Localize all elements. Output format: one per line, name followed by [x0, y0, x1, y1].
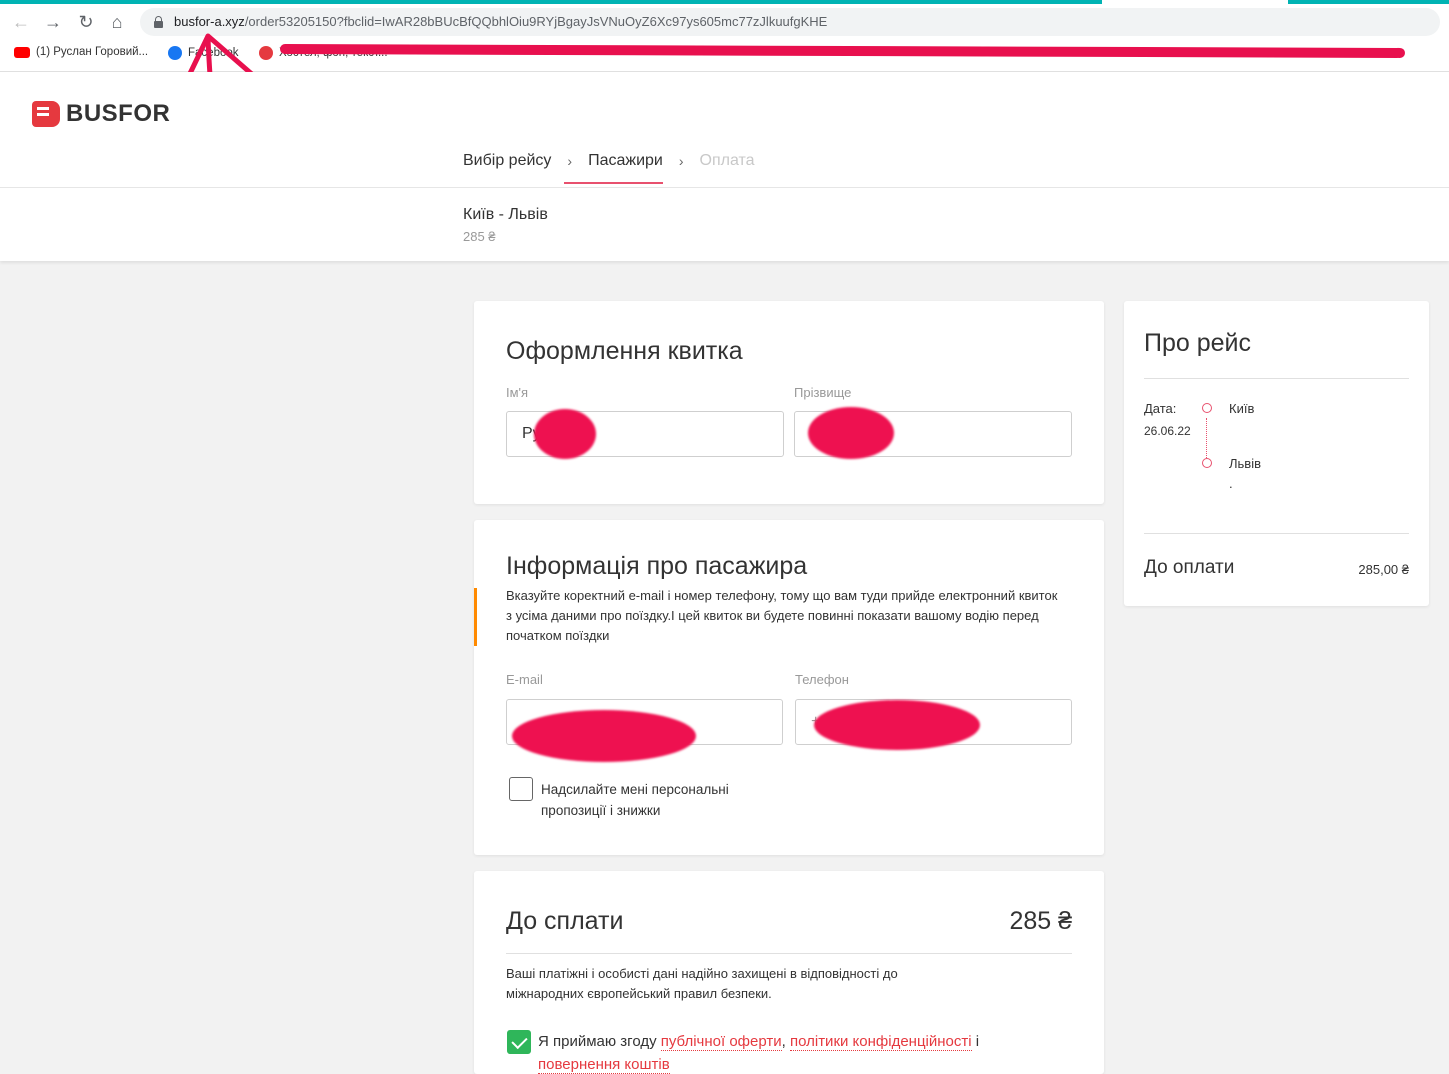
public-offer-link[interactable]: публічної оферти: [660, 1033, 782, 1051]
privacy-policy-link[interactable]: політики конфіденційності: [789, 1033, 972, 1051]
promo-checkbox-label: Надсилайте мені персональні пропозиції і…: [541, 782, 729, 818]
payment-card: До сплати 285 ₴ Ваші платіжні і особисті…: [474, 871, 1104, 1074]
redaction-blob: [814, 700, 980, 750]
ticket-form-card: Оформлення квитка Ім'я Ру Прізвище: [474, 301, 1104, 504]
step-route-select[interactable]: Вибір рейсу: [463, 152, 551, 170]
redaction-blob: [512, 710, 696, 762]
ticket-form-title: Оформлення квитка: [506, 337, 743, 365]
step-payment: Оплата: [699, 152, 755, 169]
redaction-blob: [808, 407, 894, 459]
payment-title: До сплати: [506, 907, 624, 935]
route-price: 285 ₴: [463, 229, 496, 244]
site-favicon-icon: [259, 46, 273, 60]
consent-checkbox[interactable]: [507, 1030, 531, 1054]
youtube-icon: [14, 46, 30, 58]
bus-logo-icon: [32, 101, 60, 127]
payment-amount: 285 ₴: [1009, 907, 1072, 935]
route-connector-line: [1206, 418, 1207, 460]
trip-info-card: Про рейс Дата: 26.06.22 Київ Львів . До …: [1124, 301, 1429, 606]
passenger-info-title: Інформація про пасажира: [506, 552, 808, 580]
checkout-steps: Вибір рейсу › Пасажири › Оплата: [463, 152, 755, 184]
chevron-right-icon: ›: [567, 153, 573, 169]
passenger-info-card: Інформація про пасажира Вказуйте коректн…: [474, 520, 1104, 855]
busfor-logo[interactable]: BUSFOR: [32, 100, 170, 128]
lock-icon: [154, 16, 163, 28]
trip-divider-top: [1144, 378, 1409, 379]
email-label: E-mail: [506, 672, 543, 687]
passenger-info-note: Вказуйте коректний e-mail і номер телефо…: [506, 588, 1058, 643]
payment-divider: [506, 953, 1072, 954]
consent-label: Я приймаю згоду публічної оферти, політи…: [538, 1033, 980, 1074]
route-title: Київ - Львів: [463, 206, 548, 223]
first-name-label: Ім'я: [506, 385, 529, 400]
url-text: busfor-a.xyz/order53205150?fbclid=IwAR28…: [174, 14, 828, 29]
trip-date-value: 26.06.22: [1144, 424, 1191, 438]
trip-info-title: Про рейс: [1144, 329, 1251, 357]
trip-total-value: 285,00 ₴: [1358, 562, 1409, 577]
trip-to-city: Львів: [1229, 456, 1262, 471]
trip-date-label: Дата:: [1144, 401, 1177, 416]
phone-label: Телефон: [795, 672, 849, 687]
trip-total-label: До оплати: [1144, 557, 1235, 578]
back-icon[interactable]: ←: [10, 11, 32, 33]
forward-icon[interactable]: →: [42, 11, 64, 33]
bookmark-youtube[interactable]: (1) Руслан Горовий...: [14, 46, 148, 58]
attention-accent-bar: [474, 588, 477, 646]
security-note: Ваші платіжні і особисті дані надійно за…: [506, 966, 898, 1001]
route-origin-dot-icon: [1202, 403, 1212, 413]
address-bar[interactable]: busfor-a.xyz/order53205150?fbclid=IwAR28…: [140, 8, 1440, 36]
trip-to-station: .: [1229, 476, 1233, 491]
last-name-label: Прізвище: [794, 385, 852, 400]
reload-icon[interactable]: ↻: [75, 11, 97, 33]
trip-from-city: Київ: [1229, 401, 1255, 416]
promo-checkbox[interactable]: [509, 777, 533, 801]
home-icon[interactable]: ⌂: [106, 11, 128, 33]
refund-policy-link[interactable]: повернення коштів: [538, 1056, 670, 1074]
trip-divider-bottom: [1144, 533, 1409, 534]
tab-strip-accent: [0, 0, 1449, 4]
step-passengers[interactable]: Пасажири: [564, 152, 663, 184]
chevron-right-icon: ›: [678, 153, 684, 169]
redaction-blob: [534, 409, 596, 459]
site-header: BUSFOR Вибір рейсу › Пасажири › Оплата: [0, 72, 1449, 188]
route-destination-dot-icon: [1202, 458, 1212, 468]
route-summary-bar: Київ - Львів 285 ₴: [0, 188, 1449, 261]
